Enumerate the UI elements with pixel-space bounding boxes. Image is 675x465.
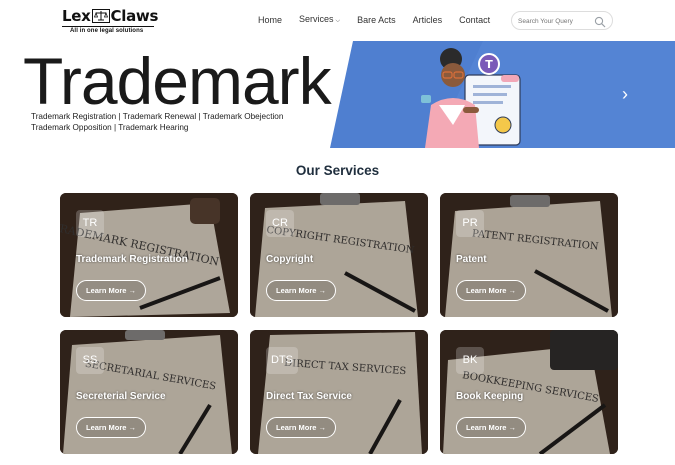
- service-card-trademark[interactable]: TRADEMARK REGISTRATION TR Trademark Regi…: [60, 193, 238, 317]
- service-card-secretarial[interactable]: SECRETARIAL SERVICES SS Secreterial Serv…: [60, 330, 238, 454]
- card-badge: DTS: [266, 347, 298, 374]
- card-title: Trademark Registration: [76, 254, 188, 265]
- card-badge: CR: [266, 210, 294, 237]
- search-input[interactable]: [518, 15, 592, 27]
- search-icon[interactable]: [594, 15, 606, 33]
- banner-subtitle-line2: Trademark Opposition | Trademark Hearing: [31, 123, 189, 132]
- card-badge: PR: [456, 210, 484, 237]
- scales-icon: [91, 9, 110, 23]
- trademark-illustration: T: [421, 48, 521, 148]
- card-badge: TR: [76, 210, 104, 237]
- logo-text-right: Claws: [110, 7, 159, 25]
- chevron-down-icon: ⌵: [335, 18, 341, 24]
- nav-contact[interactable]: Contact: [459, 15, 490, 25]
- nav-services[interactable]: Services ⌵: [299, 14, 340, 25]
- hero-banner: Trademark Trademark Registration | Trade…: [3, 41, 675, 148]
- search-box: [511, 11, 613, 30]
- site-logo[interactable]: Lex Claws All in one legal solutions: [62, 8, 162, 36]
- banner-subtitle: Trademark Registration | Trademark Renew…: [31, 111, 283, 133]
- banner-subtitle-line1: Trademark Registration | Trademark Renew…: [31, 112, 284, 121]
- logo-tagline: All in one legal solutions: [62, 26, 154, 34]
- main-nav: Home Services ⌵ Bare Acts Articles Contac…: [258, 14, 507, 25]
- learn-more-button[interactable]: Learn More →: [76, 280, 147, 301]
- logo-wordmark: Lex Claws: [62, 8, 162, 24]
- nav-home[interactable]: Home: [258, 15, 282, 25]
- services-section-title: Our Services: [295, 163, 380, 178]
- service-card-direct-tax[interactable]: DIRECT TAX SERVICES DTS Direct Tax Servi…: [250, 330, 428, 454]
- site-header: Lex Claws All in one legal solutions Hom…: [0, 0, 675, 40]
- nav-bare-acts[interactable]: Bare Acts: [357, 15, 396, 25]
- logo-text-left: Lex: [62, 7, 91, 25]
- card-badge: SS: [76, 347, 104, 374]
- banner-title: Trademark: [23, 44, 332, 118]
- banner-next-arrow[interactable]: ›: [622, 84, 628, 105]
- service-card-bookkeeping[interactable]: BOOKKEEPING SERVICES BK Book Keeping Lea…: [440, 330, 618, 454]
- card-title: Copyright: [266, 254, 314, 265]
- nav-services-label: Services: [299, 14, 334, 24]
- service-card-copyright[interactable]: COPYRIGHT REGISTRATION CR Copyright Lear…: [250, 193, 428, 317]
- service-card-patent[interactable]: PATENT REGISTRATION PR Patent Learn More…: [440, 193, 618, 317]
- learn-more-button[interactable]: Learn More →: [456, 280, 527, 301]
- illustration-badge-letter: T: [485, 58, 493, 71]
- card-badge: BK: [456, 347, 484, 374]
- learn-more-button[interactable]: Learn More →: [76, 417, 147, 438]
- card-title: Secreterial Service: [76, 391, 166, 402]
- learn-more-button[interactable]: Learn More →: [266, 280, 337, 301]
- learn-more-button[interactable]: Learn More →: [456, 417, 527, 438]
- card-title: Patent: [456, 254, 487, 265]
- card-title: Book Keeping: [456, 391, 524, 402]
- nav-articles[interactable]: Articles: [413, 15, 443, 25]
- card-title: Direct Tax Service: [266, 391, 352, 402]
- learn-more-button[interactable]: Learn More →: [266, 417, 337, 438]
